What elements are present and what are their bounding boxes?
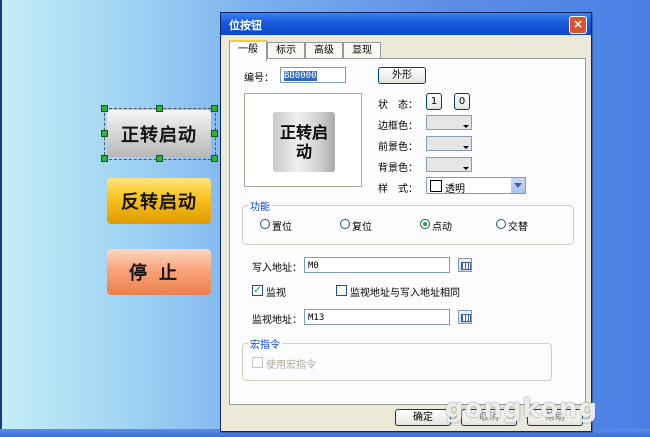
watermark: gongkong	[445, 394, 599, 424]
same-addr-label: 监视地址与写入地址相同	[350, 288, 460, 299]
resize-handle-t[interactable]	[156, 105, 163, 112]
general-panel: 编号： BB0000 外形 正转启动 状 态： 1 0 边框色： 前景色： 背景…	[229, 58, 586, 405]
resize-handle-tl[interactable]	[101, 105, 108, 112]
canvas-left-edge	[0, 0, 2, 437]
foreground-label: 前景色：	[378, 142, 418, 153]
function-group-title: 功能	[248, 198, 272, 213]
use-macro-label: 使用宏指令	[266, 360, 316, 371]
id-field[interactable]: BB0000	[280, 67, 346, 83]
resize-handle-br[interactable]	[211, 155, 218, 162]
radio-momentary[interactable]	[420, 219, 430, 229]
resize-handle-r[interactable]	[211, 130, 218, 137]
style-value: 透明	[445, 184, 465, 195]
ok-button[interactable]: 确定	[395, 409, 451, 426]
tab-visibility[interactable]: 显现	[343, 42, 381, 59]
bit-button-dialog: 位按钮 × 一般 标示 高级 显现 编号： BB0000 外形 正转启动 状 态…	[220, 12, 592, 432]
radio-alternate-label: 交替	[508, 222, 528, 233]
border-color-select[interactable]	[426, 115, 472, 130]
write-addr-picker-icon[interactable]	[458, 258, 472, 272]
id-label: 编号：	[244, 73, 274, 84]
id-value: BB0000	[284, 71, 317, 81]
use-macro-checkbox[interactable]	[252, 357, 263, 368]
chevron-down-icon[interactable]	[511, 178, 525, 193]
reverse-start-button[interactable]: 反转启动	[107, 178, 211, 224]
resize-handle-tr[interactable]	[211, 105, 218, 112]
monitor-label: 监视	[266, 288, 286, 299]
tab-advanced[interactable]: 高级	[305, 42, 343, 59]
background-color-select[interactable]	[426, 157, 472, 172]
write-addr-field[interactable]: M0	[304, 257, 450, 273]
resize-handle-bl[interactable]	[101, 155, 108, 162]
border-color-label: 边框色：	[378, 121, 418, 132]
macro-group-title: 宏指令	[248, 336, 282, 351]
reverse-start-label: 反转启动	[121, 192, 197, 213]
same-addr-checkbox[interactable]	[336, 285, 347, 296]
background-label: 背景色：	[378, 163, 418, 174]
monitor-addr-field[interactable]: M13	[304, 309, 450, 325]
monitor-addr-picker-icon[interactable]	[458, 310, 472, 324]
stop-label: 停止	[129, 263, 189, 284]
resize-handle-b[interactable]	[156, 155, 163, 162]
radio-alternate[interactable]	[496, 219, 506, 229]
style-swatch	[430, 180, 442, 192]
tab-general[interactable]: 一般	[229, 40, 267, 61]
radio-momentary-label: 点动	[432, 222, 452, 233]
stop-button[interactable]: 停止	[107, 249, 211, 295]
write-addr-label: 写入地址：	[252, 263, 302, 274]
shape-button[interactable]: 外形	[378, 67, 426, 84]
radio-reset-label: 复位	[352, 222, 372, 233]
resize-handle-l[interactable]	[101, 130, 108, 137]
preview-button: 正转启动	[273, 112, 335, 172]
dialog-title: 位按钮	[229, 19, 262, 32]
radio-set-label: 置位	[272, 222, 292, 233]
foreground-color-select[interactable]	[426, 136, 472, 151]
state-1-button[interactable]: 1	[426, 93, 442, 110]
close-icon[interactable]: ×	[569, 16, 587, 34]
preview-box: 正转启动	[244, 93, 362, 187]
tab-label[interactable]: 标示	[267, 42, 305, 59]
selection-frame[interactable]	[104, 108, 216, 160]
style-label: 样 式：	[378, 184, 418, 195]
state-label: 状 态：	[378, 100, 418, 111]
monitor-addr-label: 监视地址：	[252, 315, 302, 326]
preview-text: 正转启动	[279, 123, 328, 161]
state-0-button[interactable]: 0	[454, 93, 470, 110]
style-select[interactable]: 透明	[426, 177, 526, 195]
monitor-checkbox[interactable]: ✓	[252, 285, 263, 296]
radio-set[interactable]	[260, 219, 270, 229]
dialog-titlebar[interactable]: 位按钮 ×	[221, 13, 591, 35]
radio-reset[interactable]	[340, 219, 350, 229]
